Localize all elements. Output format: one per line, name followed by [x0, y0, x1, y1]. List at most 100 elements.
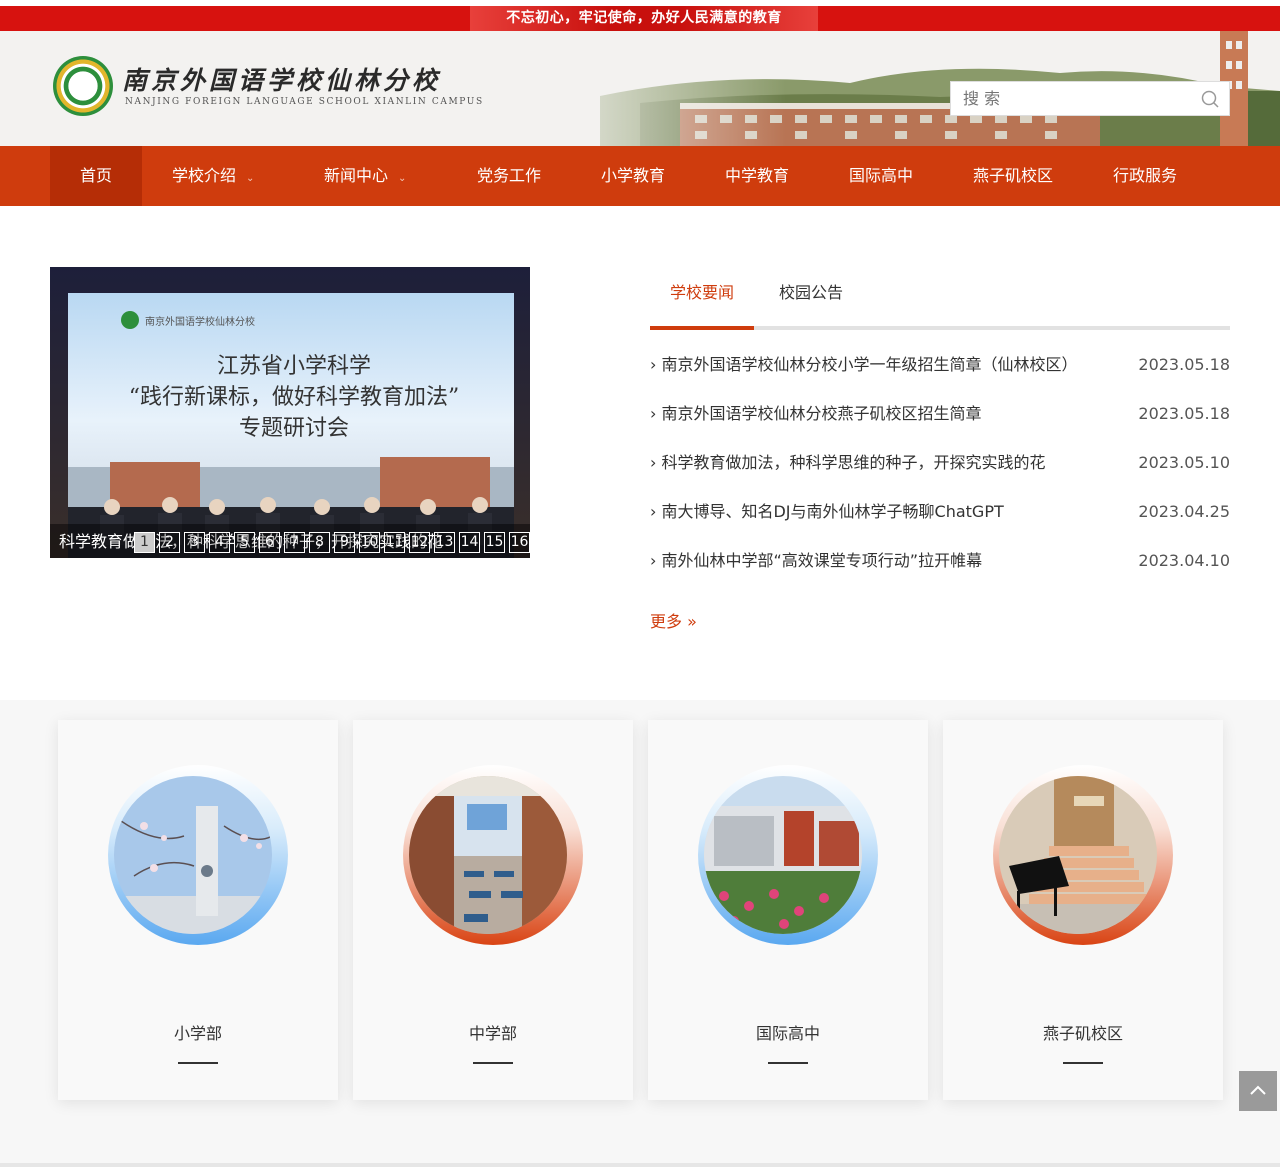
news-item[interactable]: › 南京外国语学校仙林分校小学一年级招生简章（仙林校区） 2023.05.18: [650, 341, 1230, 390]
news-item[interactable]: › 南外仙林中学部“高效课堂专项行动”拉开帷幕 2023.04.10: [650, 537, 1230, 586]
division-card-primary[interactable]: 小学部: [58, 720, 338, 1100]
division-label: 小学部: [173, 1024, 222, 1043]
primary-school-photo: [114, 776, 272, 934]
nav-label: 国际高中: [849, 166, 914, 185]
slider-pager: 1 2 3 4 5 6 7 8 9 10 11 12 13 14 15 16: [134, 532, 530, 553]
slider-page-button[interactable]: 1: [134, 532, 155, 553]
divider: [178, 1062, 218, 1064]
slider-page-button[interactable]: 13: [434, 532, 455, 553]
news-item[interactable]: › 南大博导、知名DJ与南外仙林学子畅聊ChatGPT 2023.04.25: [650, 488, 1230, 537]
division-card-yanziji[interactable]: 燕子矶校区: [943, 720, 1223, 1100]
nav-label: 学校介绍: [172, 166, 237, 185]
news-item[interactable]: › 科学教育做加法，种科学思维的种子，开探究实践的花 2023.05.10: [650, 439, 1230, 488]
news-date: 2023.04.25: [1138, 502, 1230, 521]
chevron-down-icon: ⌄: [398, 173, 407, 184]
slider-page-button[interactable]: 6: [259, 532, 280, 553]
slider-page-button[interactable]: 11: [384, 532, 405, 553]
chevron-right-icon: ›: [650, 355, 662, 374]
slide-image: 南京外国语学校仙林分校 江苏省小学科学 “践行新课标，做好科学教育加法” 专题研…: [50, 267, 530, 558]
news-item[interactable]: › 南京外国语学校仙林分校燕子矶校区招生简章 2023.05.18: [650, 390, 1230, 439]
slider-page-button[interactable]: 2: [159, 532, 180, 553]
news-date: 2023.05.10: [1138, 453, 1230, 472]
news-title-text: 南大博导、知名DJ与南外仙林学子畅聊ChatGPT: [661, 502, 1004, 521]
nav-label: 党务工作: [477, 166, 542, 185]
slider-page-button[interactable]: 14: [459, 532, 480, 553]
news-title[interactable]: › 南京外国语学校仙林分校燕子矶校区招生简章: [650, 390, 982, 438]
international-high-photo: [704, 776, 862, 934]
slider-page-button[interactable]: 16: [509, 532, 530, 553]
slider-page-button[interactable]: 10: [359, 532, 380, 553]
search-input[interactable]: [951, 82, 1191, 115]
divider: [473, 1062, 513, 1064]
slider-page-button[interactable]: 8: [309, 532, 330, 553]
news-date: 2023.05.18: [1138, 404, 1230, 423]
division-label: 燕子矶校区: [1042, 1024, 1123, 1043]
nav-item-admin[interactable]: 行政服务: [1113, 146, 1177, 206]
news-title[interactable]: › 南大博导、知名DJ与南外仙林学子畅聊ChatGPT: [650, 488, 1004, 536]
news-title-text: 南京外国语学校仙林分校小学一年级招生简章（仙林校区）: [661, 355, 1078, 374]
nav-item-yanziji[interactable]: 燕子矶校区: [973, 146, 1053, 206]
search-icon[interactable]: [1201, 90, 1219, 108]
nav-item-international[interactable]: 国际高中: [849, 146, 913, 206]
nav-item-primary[interactable]: 小学教育: [601, 146, 665, 206]
chevron-down-icon: ⌄: [246, 173, 255, 184]
slide-title: 江苏省小学科学: [217, 354, 371, 379]
search-box: [950, 81, 1230, 116]
slide-event: 专题研讨会: [239, 416, 349, 441]
nav-label: 燕子矶校区: [973, 166, 1054, 185]
nav-label: 行政服务: [1113, 166, 1178, 185]
news-slider[interactable]: 南京外国语学校仙林分校 江苏省小学科学 “践行新课标，做好科学教育加法” 专题研…: [50, 267, 530, 558]
division-card-international[interactable]: 国际高中: [648, 720, 928, 1100]
slider-page-button[interactable]: 3: [184, 532, 205, 553]
nav-item-middle[interactable]: 中学教育: [725, 146, 789, 206]
news-title[interactable]: › 南外仙林中学部“高效课堂专项行动”拉开帷幕: [650, 537, 982, 585]
divider: [1063, 1062, 1103, 1064]
news-title[interactable]: › 南京外国语学校仙林分校小学一年级招生简章（仙林校区）: [650, 341, 1078, 389]
news-title-text: 南京外国语学校仙林分校燕子矶校区招生简章: [661, 404, 982, 423]
middle-school-photo: [409, 776, 567, 934]
school-name-en: NANJING FOREIGN LANGUAGE SCHOOL XIANLIN …: [125, 97, 484, 107]
slider-page-button[interactable]: 15: [484, 532, 505, 553]
slider-page-button[interactable]: 12: [409, 532, 430, 553]
news-title[interactable]: › 科学教育做加法，种科学思维的种子，开探究实践的花: [650, 439, 1046, 487]
slider-page-button[interactable]: 9: [334, 532, 355, 553]
main-nav: 首页 学校介绍 ⌄ 新闻中心 ⌄ 党务工作 小学教育 中学教育 国际高中 燕子矶校区…: [0, 146, 1280, 206]
back-to-top-button[interactable]: [1239, 1071, 1277, 1111]
tab-campus-notices[interactable]: 校园公告: [759, 270, 863, 326]
site-header: 南京外国语学校仙林分校 NANJING FOREIGN LANGUAGE SCH…: [0, 31, 1280, 146]
nav-item-party[interactable]: 党务工作: [477, 146, 541, 206]
svg-text:南京外国语学校仙林分校: 南京外国语学校仙林分校: [145, 315, 255, 328]
news-list: › 南京外国语学校仙林分校小学一年级招生简章（仙林校区） 2023.05.18 ›…: [650, 341, 1230, 586]
chevron-right-icon: ›: [650, 404, 662, 423]
footer-divider: [0, 1163, 1280, 1167]
chevron-up-icon: [1250, 1085, 1266, 1095]
divisions-section: 小学部 中学部 国际高中 燕子矶校区: [0, 700, 1280, 1167]
news-title-text: 南外仙林中学部“高效课堂专项行动”拉开帷幕: [661, 551, 983, 570]
division-card-middle[interactable]: 中学部: [353, 720, 633, 1100]
chevron-right-icon: ›: [650, 453, 662, 472]
nav-label: 中学教育: [725, 166, 790, 185]
top-slogan-bar: 不忘初心，牢记使命，办好人民满意的教育: [0, 6, 1280, 31]
tab-school-news[interactable]: 学校要闻: [650, 270, 755, 330]
more-news-link[interactable]: 更多 »: [650, 608, 697, 632]
news-date: 2023.05.18: [1138, 355, 1230, 374]
slide-subtitle: “践行新课标，做好科学教育加法”: [129, 385, 460, 410]
chevron-right-icon: ›: [650, 502, 662, 521]
news-title-text: 科学教育做加法，种科学思维的种子，开探究实践的花: [661, 453, 1046, 472]
yanziji-campus-photo: [999, 776, 1157, 934]
division-label: 中学部: [468, 1024, 517, 1043]
chevron-right-icon: ›: [650, 551, 662, 570]
school-logo-emblem[interactable]: [53, 56, 113, 116]
nav-label: 首页: [79, 166, 112, 185]
divider: [768, 1062, 808, 1064]
nav-item-news[interactable]: 新闻中心 ⌄: [324, 146, 406, 206]
slogan-banner: 不忘初心，牢记使命，办好人民满意的教育: [470, 6, 818, 31]
nav-item-home[interactable]: 首页: [50, 146, 142, 206]
slider-page-button[interactable]: 5: [234, 532, 255, 553]
school-name-cn[interactable]: 南京外国语学校仙林分校: [122, 61, 441, 97]
nav-item-about[interactable]: 学校介绍 ⌄: [172, 146, 254, 206]
slider-page-button[interactable]: 4: [209, 532, 230, 553]
slider-page-button[interactable]: 7: [284, 532, 305, 553]
news-date: 2023.04.10: [1138, 551, 1230, 570]
nav-label: 小学教育: [601, 166, 666, 185]
